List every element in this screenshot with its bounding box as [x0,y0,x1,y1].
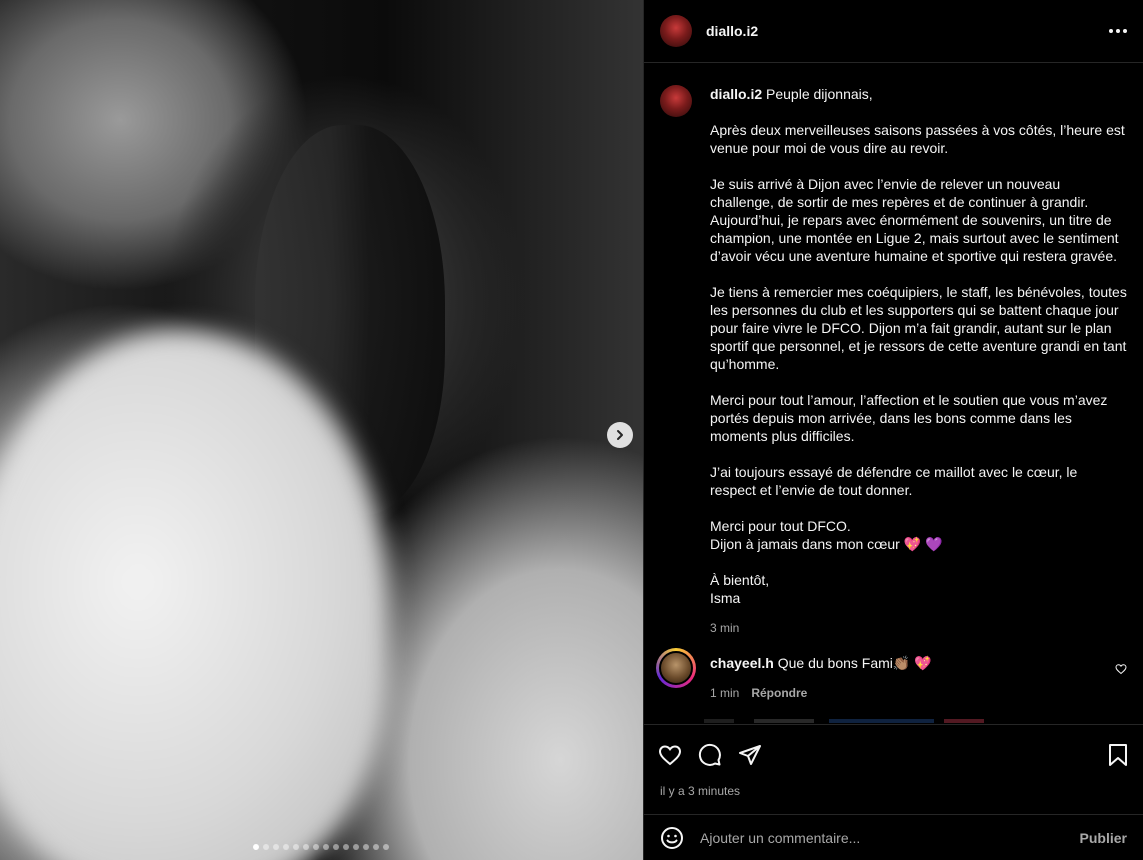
smiley-icon [661,826,683,849]
caption-line: Après deux merveilleuses saisons passées… [710,122,1125,156]
commenter-avatar[interactable] [656,648,696,688]
carousel-dot [373,844,379,850]
carousel-dot [283,844,289,850]
emoji-button[interactable] [660,826,684,850]
caption-username[interactable]: diallo.i2 [710,86,766,102]
more-horizontal-icon[interactable] [1109,29,1127,33]
post-caption: diallo.i2 Peuple dijonnais, Après deux me… [660,85,1127,637]
carousel-dot [303,844,309,850]
publish-button[interactable]: Publier [1080,830,1127,846]
caption-line: Merci pour tout l’amour, l’affection et … [710,392,1108,444]
carousel-dot [383,844,389,850]
bookmark-icon [1109,743,1127,766]
paper-plane-icon [739,744,761,765]
caption-line: diallo.i2 Peuple dijonnais, [710,86,873,102]
comment-username[interactable]: chayeel.h [710,655,774,671]
carousel-dot [363,844,369,850]
post-media [0,0,643,860]
post-sidebar: diallo.i2 diallo.i2 Peuple dijonnais, Apr… [643,0,1143,860]
comment-time: 1 min [710,686,740,700]
comment-text: Que du bons Fami👏🏽 💖 [777,655,932,671]
caption-line: J’ai toujours essayé de défendre ce mail… [710,464,1078,498]
save-button[interactable] [1107,743,1129,767]
carousel-indicator [253,844,389,850]
carousel-dot [293,844,299,850]
add-comment-bar: Publier [644,814,1143,860]
carousel-next-button[interactable] [607,422,633,448]
carousel-dot [323,844,329,850]
post-actions [644,724,1143,784]
caption-time: 3 min [710,621,740,635]
caption-line: Merci pour tout DFCO. [710,518,851,534]
chevron-right-icon [617,430,623,440]
heart-icon [658,744,682,765]
caption-line: À bientôt, [710,572,770,588]
carousel-dot [273,844,279,850]
post-header: diallo.i2 [644,0,1143,63]
carousel-dot [333,844,339,850]
caption-line: Je suis arrivé à Dijon avec l’envie de r… [710,176,1119,264]
caption-line: Isma [710,590,741,606]
caption-line: Je tiens à remercier mes coéquipiers, le… [710,284,1127,372]
caption-text: diallo.i2 Peuple dijonnais, Après deux me… [710,85,1127,607]
caption-avatar[interactable] [660,85,692,117]
carousel-dot [353,844,359,850]
like-button[interactable] [658,743,682,767]
comment-input[interactable] [698,828,1080,847]
heart-icon [1115,664,1127,675]
carousel-dot [343,844,349,850]
carousel-dot [313,844,319,850]
carousel-dot [253,844,259,850]
reply-button[interactable]: Répondre [751,684,807,702]
caption-line: Dijon à jamais dans mon cœur 💖 💜 [710,536,943,552]
post-timestamp[interactable]: il y a 3 minutes [660,784,740,798]
comment-bubble-icon [698,743,721,766]
comments-section: diallo.i2 Peuple dijonnais, Après deux me… [644,63,1143,723]
comment-button[interactable] [698,743,722,767]
next-comment-peek [704,719,984,723]
author-username[interactable]: diallo.i2 [706,23,758,39]
share-button[interactable] [738,743,762,767]
comment-item: chayeel.h Que du bons Fami👏🏽 💖 1 min Rép… [656,648,1127,702]
carousel-dot [263,844,269,850]
author-avatar[interactable] [660,15,692,47]
comment-like-button[interactable] [1115,662,1127,702]
